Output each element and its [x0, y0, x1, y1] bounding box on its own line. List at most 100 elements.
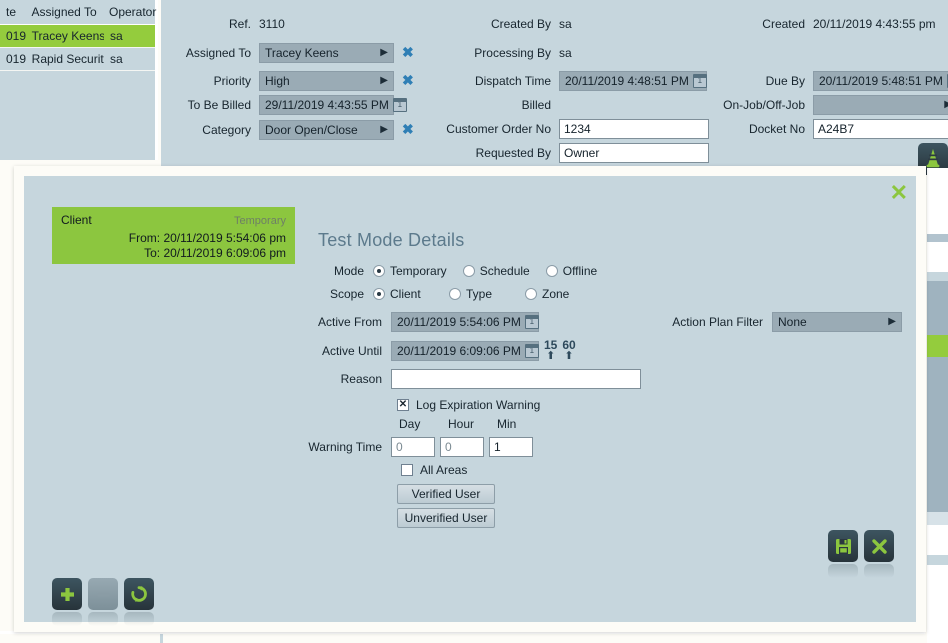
- docket-no-input[interactable]: A24B7: [813, 118, 948, 139]
- radio-dot-icon: [373, 264, 385, 277]
- radio-mode-temporary[interactable]: Temporary: [373, 264, 447, 278]
- due-by-label: Due By: [765, 73, 805, 88]
- log-expiration-warning-checkbox[interactable]: ✕ Log Expiration Warning: [397, 398, 540, 412]
- cancel-button[interactable]: [864, 530, 894, 578]
- warning-time-label: Warning Time: [308, 439, 382, 454]
- radio-dot-icon: [525, 287, 537, 300]
- chevron-right-icon: ▶: [888, 316, 896, 327]
- assigned-to-value: Tracey Keens: [265, 45, 339, 60]
- radio-dot-icon: [545, 264, 558, 277]
- radio-label: Temporary: [390, 263, 447, 278]
- radio-dot-icon: [373, 287, 385, 300]
- cell-assigned-to: Rapid Security: [31, 52, 104, 66]
- button-reflection: [124, 612, 154, 626]
- cell-operator: sa: [109, 52, 123, 66]
- created-by-label: Created By: [490, 16, 551, 31]
- clear-priority-icon[interactable]: ✖: [402, 72, 414, 89]
- radio-label: Schedule: [479, 263, 530, 278]
- requested-by-value: Owner: [564, 145, 600, 160]
- customer-order-no-value: 1234: [564, 121, 591, 136]
- quick-add-60-button[interactable]: 60 ⬆: [562, 339, 575, 362]
- customer-order-no-input[interactable]: 1234: [559, 118, 709, 139]
- right-side-strip: [927, 168, 948, 643]
- radio-scope-type[interactable]: Type: [449, 287, 521, 301]
- verified-user-button[interactable]: Verified User: [397, 483, 495, 504]
- plus-icon: [60, 587, 74, 601]
- grid-col-operator: Operator: [109, 5, 157, 19]
- chevron-right-icon: ▶: [380, 47, 388, 58]
- to-be-billed-label: To Be Billed: [187, 97, 251, 112]
- chevron-right-icon: ▶: [944, 99, 948, 110]
- warning-time-day-input[interactable]: 0: [391, 436, 435, 457]
- client-card-mode-tag: Temporary: [234, 215, 286, 227]
- dialog-record-toolbar: [52, 578, 154, 626]
- calendar-icon[interactable]: 1: [524, 343, 539, 358]
- calendar-icon[interactable]: 1: [524, 314, 539, 329]
- close-icon[interactable]: ✕: [890, 182, 908, 204]
- action-plan-filter-value: None: [778, 314, 807, 329]
- cell-date: 019: [6, 52, 26, 66]
- action-plan-filter-label: Action Plan Filter: [672, 314, 763, 329]
- reason-input[interactable]: [391, 368, 641, 389]
- strip-band: [927, 234, 948, 242]
- warning-time-hour-input[interactable]: 0: [440, 436, 484, 457]
- clear-assigned-to-icon[interactable]: ✖: [402, 44, 414, 61]
- save-button[interactable]: [828, 530, 858, 578]
- assigned-to-label: Assigned To: [185, 45, 251, 60]
- cell-date: 019: [6, 29, 26, 43]
- radio-mode-schedule[interactable]: Schedule: [462, 263, 530, 278]
- docket-no-label: Docket No: [748, 121, 805, 136]
- table-row[interactable]: 019 Tracey Keens sa: [0, 25, 155, 48]
- radio-scope-client[interactable]: Client: [373, 287, 445, 301]
- warning-time-min-input[interactable]: 1: [489, 436, 533, 457]
- jobs-grid: te Assigned To Operator 019 Tracey Keens…: [0, 0, 158, 160]
- up-arrow-icon: ⬆: [564, 350, 574, 362]
- checkbox-mark-icon: [401, 463, 413, 476]
- warning-time-header-min: Min: [497, 417, 517, 431]
- grid-col-date: te: [6, 5, 17, 19]
- assigned-to-combo[interactable]: Tracey Keens ▶: [259, 42, 394, 63]
- client-card-from: From: 20/11/2019 5:54:06 pm: [128, 231, 286, 245]
- customer-order-no-label: Customer Order No: [446, 121, 551, 136]
- active-until-datefield[interactable]: 20/11/2019 6:09:06 PM 1: [391, 340, 539, 361]
- radio-mode-offline[interactable]: Offline: [545, 264, 597, 278]
- dispatch-time-label: Dispatch Time: [474, 73, 551, 88]
- due-by-datefield[interactable]: 20/11/2019 5:48:51 PM 1: [813, 70, 948, 91]
- on-job-off-job-combo[interactable]: ▶: [813, 94, 948, 115]
- unverified-user-button[interactable]: Unverified User: [397, 507, 495, 528]
- priority-label: Priority: [213, 73, 251, 88]
- minus-icon: [97, 592, 109, 596]
- app-root: te Assigned To Operator 019 Tracey Keens…: [0, 0, 948, 643]
- table-row[interactable]: 019 Rapid Security sa: [0, 48, 155, 71]
- due-by-value: 20/11/2019 5:48:51 PM: [819, 73, 943, 88]
- calendar-icon[interactable]: 1: [692, 73, 707, 88]
- close-x-icon: [871, 538, 887, 554]
- client-summary-card: Client Temporary From: 20/11/2019 5:54:0…: [52, 207, 295, 264]
- warning-time-day-value: 0: [396, 439, 403, 454]
- warning-time-header-day: Day: [399, 417, 421, 431]
- grid-header-row: te Assigned To Operator: [0, 0, 157, 25]
- warning-time-hour-value: 0: [445, 439, 452, 454]
- grid-empty-area: [0, 71, 155, 160]
- all-areas-checkbox[interactable]: All Areas: [401, 463, 467, 477]
- active-from-datefield[interactable]: 20/11/2019 5:54:06 PM 1: [391, 311, 539, 332]
- warning-time-header-hour: Hour: [448, 417, 475, 431]
- dispatch-time-datefield[interactable]: 20/11/2019 4:48:51 PM 1: [559, 70, 707, 91]
- add-button[interactable]: [52, 578, 82, 626]
- clear-category-icon[interactable]: ✖: [402, 121, 414, 138]
- checkbox-label: All Areas: [420, 462, 468, 477]
- quick-add-15-button[interactable]: 15 ⬆: [544, 339, 557, 362]
- requested-by-input[interactable]: Owner: [559, 142, 709, 163]
- floppy-disk-icon: [835, 538, 851, 554]
- refresh-button[interactable]: [124, 578, 154, 626]
- action-plan-filter-combo[interactable]: None ▶: [772, 311, 902, 332]
- priority-combo[interactable]: High ▶: [259, 70, 394, 91]
- created-label: Created: [762, 16, 805, 31]
- radio-scope-zone[interactable]: Zone: [525, 287, 569, 301]
- calendar-icon[interactable]: 1: [392, 97, 407, 112]
- strip-band: [927, 272, 948, 281]
- category-combo[interactable]: Door Open/Close ▶: [259, 119, 394, 140]
- to-be-billed-datefield[interactable]: 29/11/2019 4:43:55 PM 1: [259, 94, 407, 115]
- section-title: Test Mode Details: [318, 230, 465, 250]
- active-from-value: 20/11/2019 5:54:06 PM: [397, 314, 521, 329]
